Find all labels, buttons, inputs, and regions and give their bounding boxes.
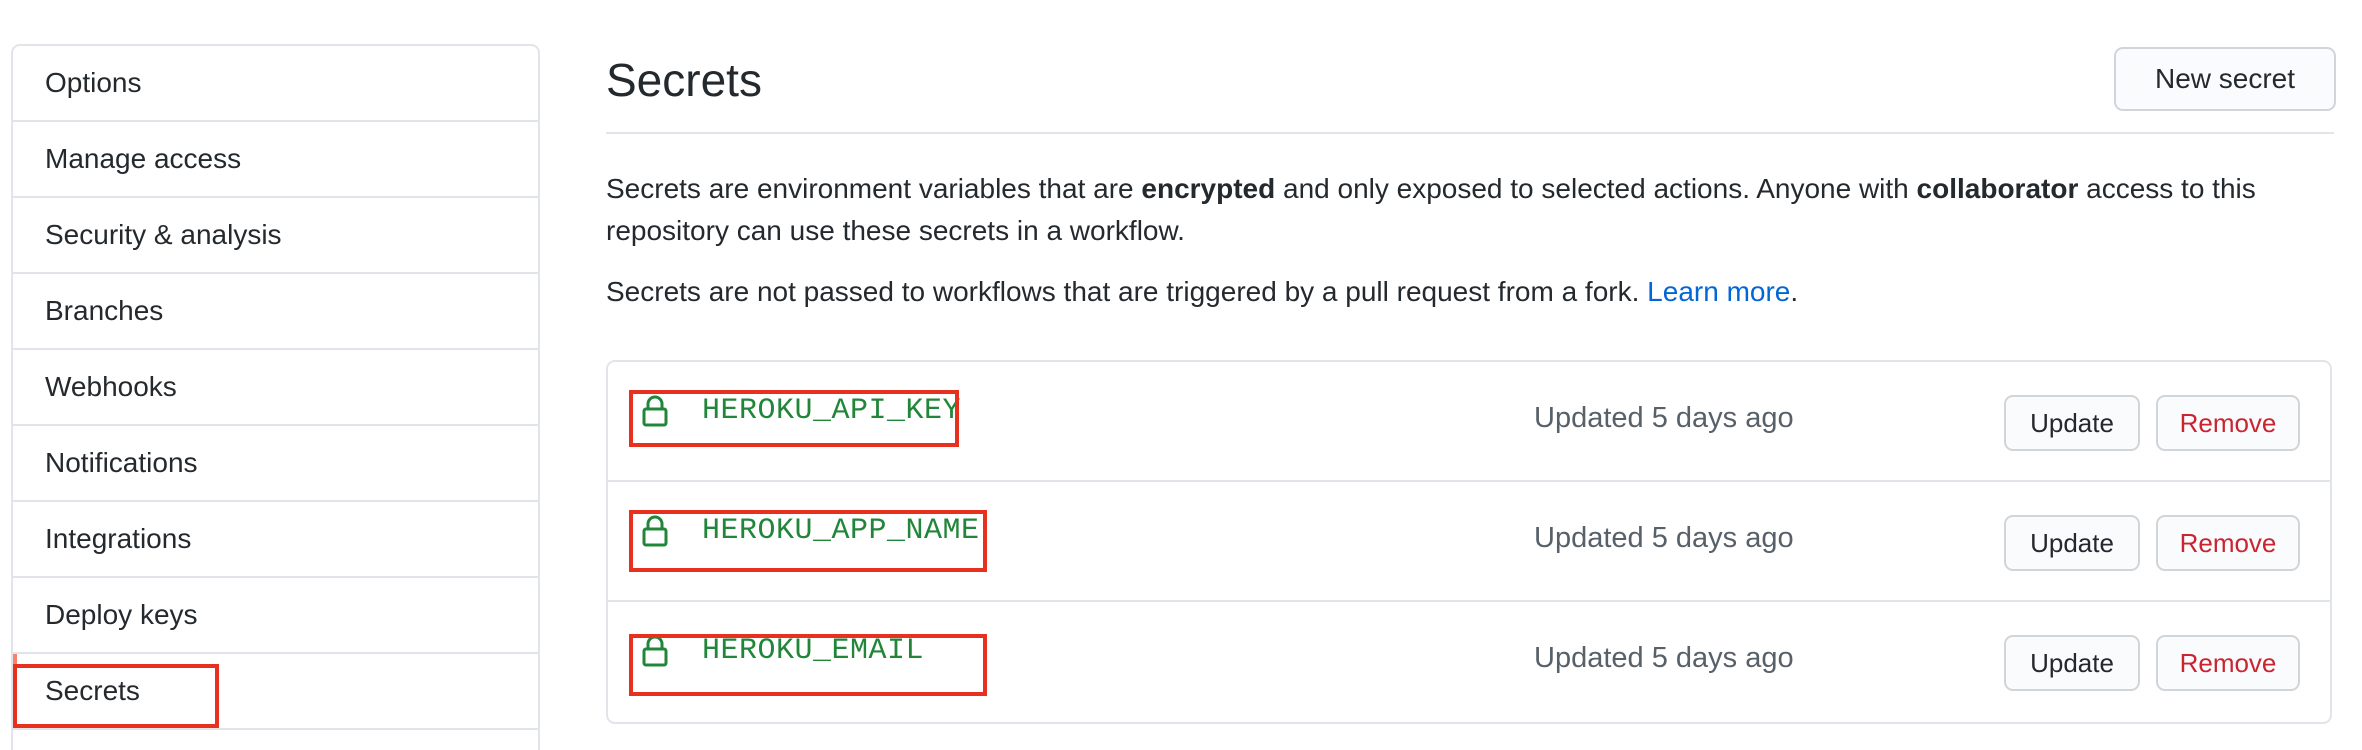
settings-page: Options Manage access Security & analysi… (0, 0, 2362, 750)
title-divider (606, 132, 2334, 134)
remove-button[interactable]: Remove (2156, 395, 2300, 451)
remove-button[interactable]: Remove (2156, 515, 2300, 571)
description-bold-collaborator: collaborator (1916, 173, 2079, 204)
secret-name: HEROKU_API_KEY (702, 394, 962, 428)
sidebar-item-branches[interactable]: Branches (13, 274, 538, 350)
update-button[interactable]: Update (2004, 515, 2140, 571)
fork-note-text: Secrets are not passed to workflows that… (606, 276, 1648, 307)
sidebar-item-label: Manage access (45, 143, 242, 174)
page-title: Secrets (606, 54, 762, 106)
sidebar-item-secrets[interactable]: Secrets (13, 654, 538, 730)
description-text: Secrets are environment variables that a… (606, 173, 1142, 204)
sidebar-item-label: Notifications (45, 447, 198, 478)
lock-icon (642, 395, 668, 427)
secret-name: HEROKU_APP_NAME (702, 514, 980, 548)
secret-name-group: HEROKU_API_KEY (642, 394, 961, 428)
settings-sidebar: Options Manage access Security & analysi… (11, 44, 540, 750)
update-button[interactable]: Update (2004, 635, 2140, 691)
sidebar-item-label: Integrations (45, 523, 192, 554)
sidebar-item-options[interactable]: Options (13, 46, 538, 122)
sidebar-item-notifications[interactable]: Notifications (13, 426, 538, 502)
sidebar-item-label: Secrets (45, 675, 140, 706)
sidebar-item-label: Branches (45, 295, 164, 326)
lock-icon (642, 635, 668, 667)
sidebar-item-label: Options (45, 67, 142, 98)
secrets-description: Secrets are environment variables that a… (606, 168, 2346, 252)
secret-row: HEROKU_APP_NAME Updated 5 days ago Updat… (608, 482, 2330, 602)
sidebar-item-integrations[interactable]: Integrations (13, 502, 538, 578)
secrets-list: HEROKU_API_KEY Updated 5 days ago Update… (606, 360, 2332, 724)
secret-updated-time: Updated 5 days ago (1534, 522, 1794, 554)
sidebar-item-label: Webhooks (45, 371, 177, 402)
main-content: Secrets New secret Secrets are environme… (606, 0, 2336, 750)
lock-icon (642, 515, 668, 547)
new-secret-button[interactable]: New secret (2114, 47, 2336, 111)
secret-name-group: HEROKU_APP_NAME (642, 514, 980, 548)
sidebar-item-manage-access[interactable]: Manage access (13, 122, 538, 198)
description-text: and only exposed to selected actions. An… (1275, 173, 1917, 204)
secret-row: HEROKU_EMAIL Updated 5 days ago Update R… (608, 602, 2330, 722)
sidebar-item-label: Deploy keys (45, 599, 198, 630)
sidebar-item-deploy-keys[interactable]: Deploy keys (13, 578, 538, 654)
fork-note: Secrets are not passed to workflows that… (606, 271, 2346, 313)
secret-name-group: HEROKU_EMAIL (642, 634, 924, 668)
description-bold-encrypted: encrypted (1141, 173, 1276, 204)
sidebar-item-label: Security & analysis (45, 219, 282, 250)
sidebar-item-security-analysis[interactable]: Security & analysis (13, 198, 538, 274)
secret-updated-time: Updated 5 days ago (1534, 402, 1794, 434)
secret-updated-time: Updated 5 days ago (1534, 642, 1794, 674)
update-button[interactable]: Update (2004, 395, 2140, 451)
remove-button[interactable]: Remove (2156, 635, 2300, 691)
secret-name: HEROKU_EMAIL (702, 634, 925, 668)
learn-more-link[interactable]: Learn more (1647, 276, 1790, 307)
secret-row: HEROKU_API_KEY Updated 5 days ago Update… (608, 362, 2330, 482)
fork-note-period: . (1790, 276, 1799, 307)
sidebar-item-webhooks[interactable]: Webhooks (13, 350, 538, 426)
